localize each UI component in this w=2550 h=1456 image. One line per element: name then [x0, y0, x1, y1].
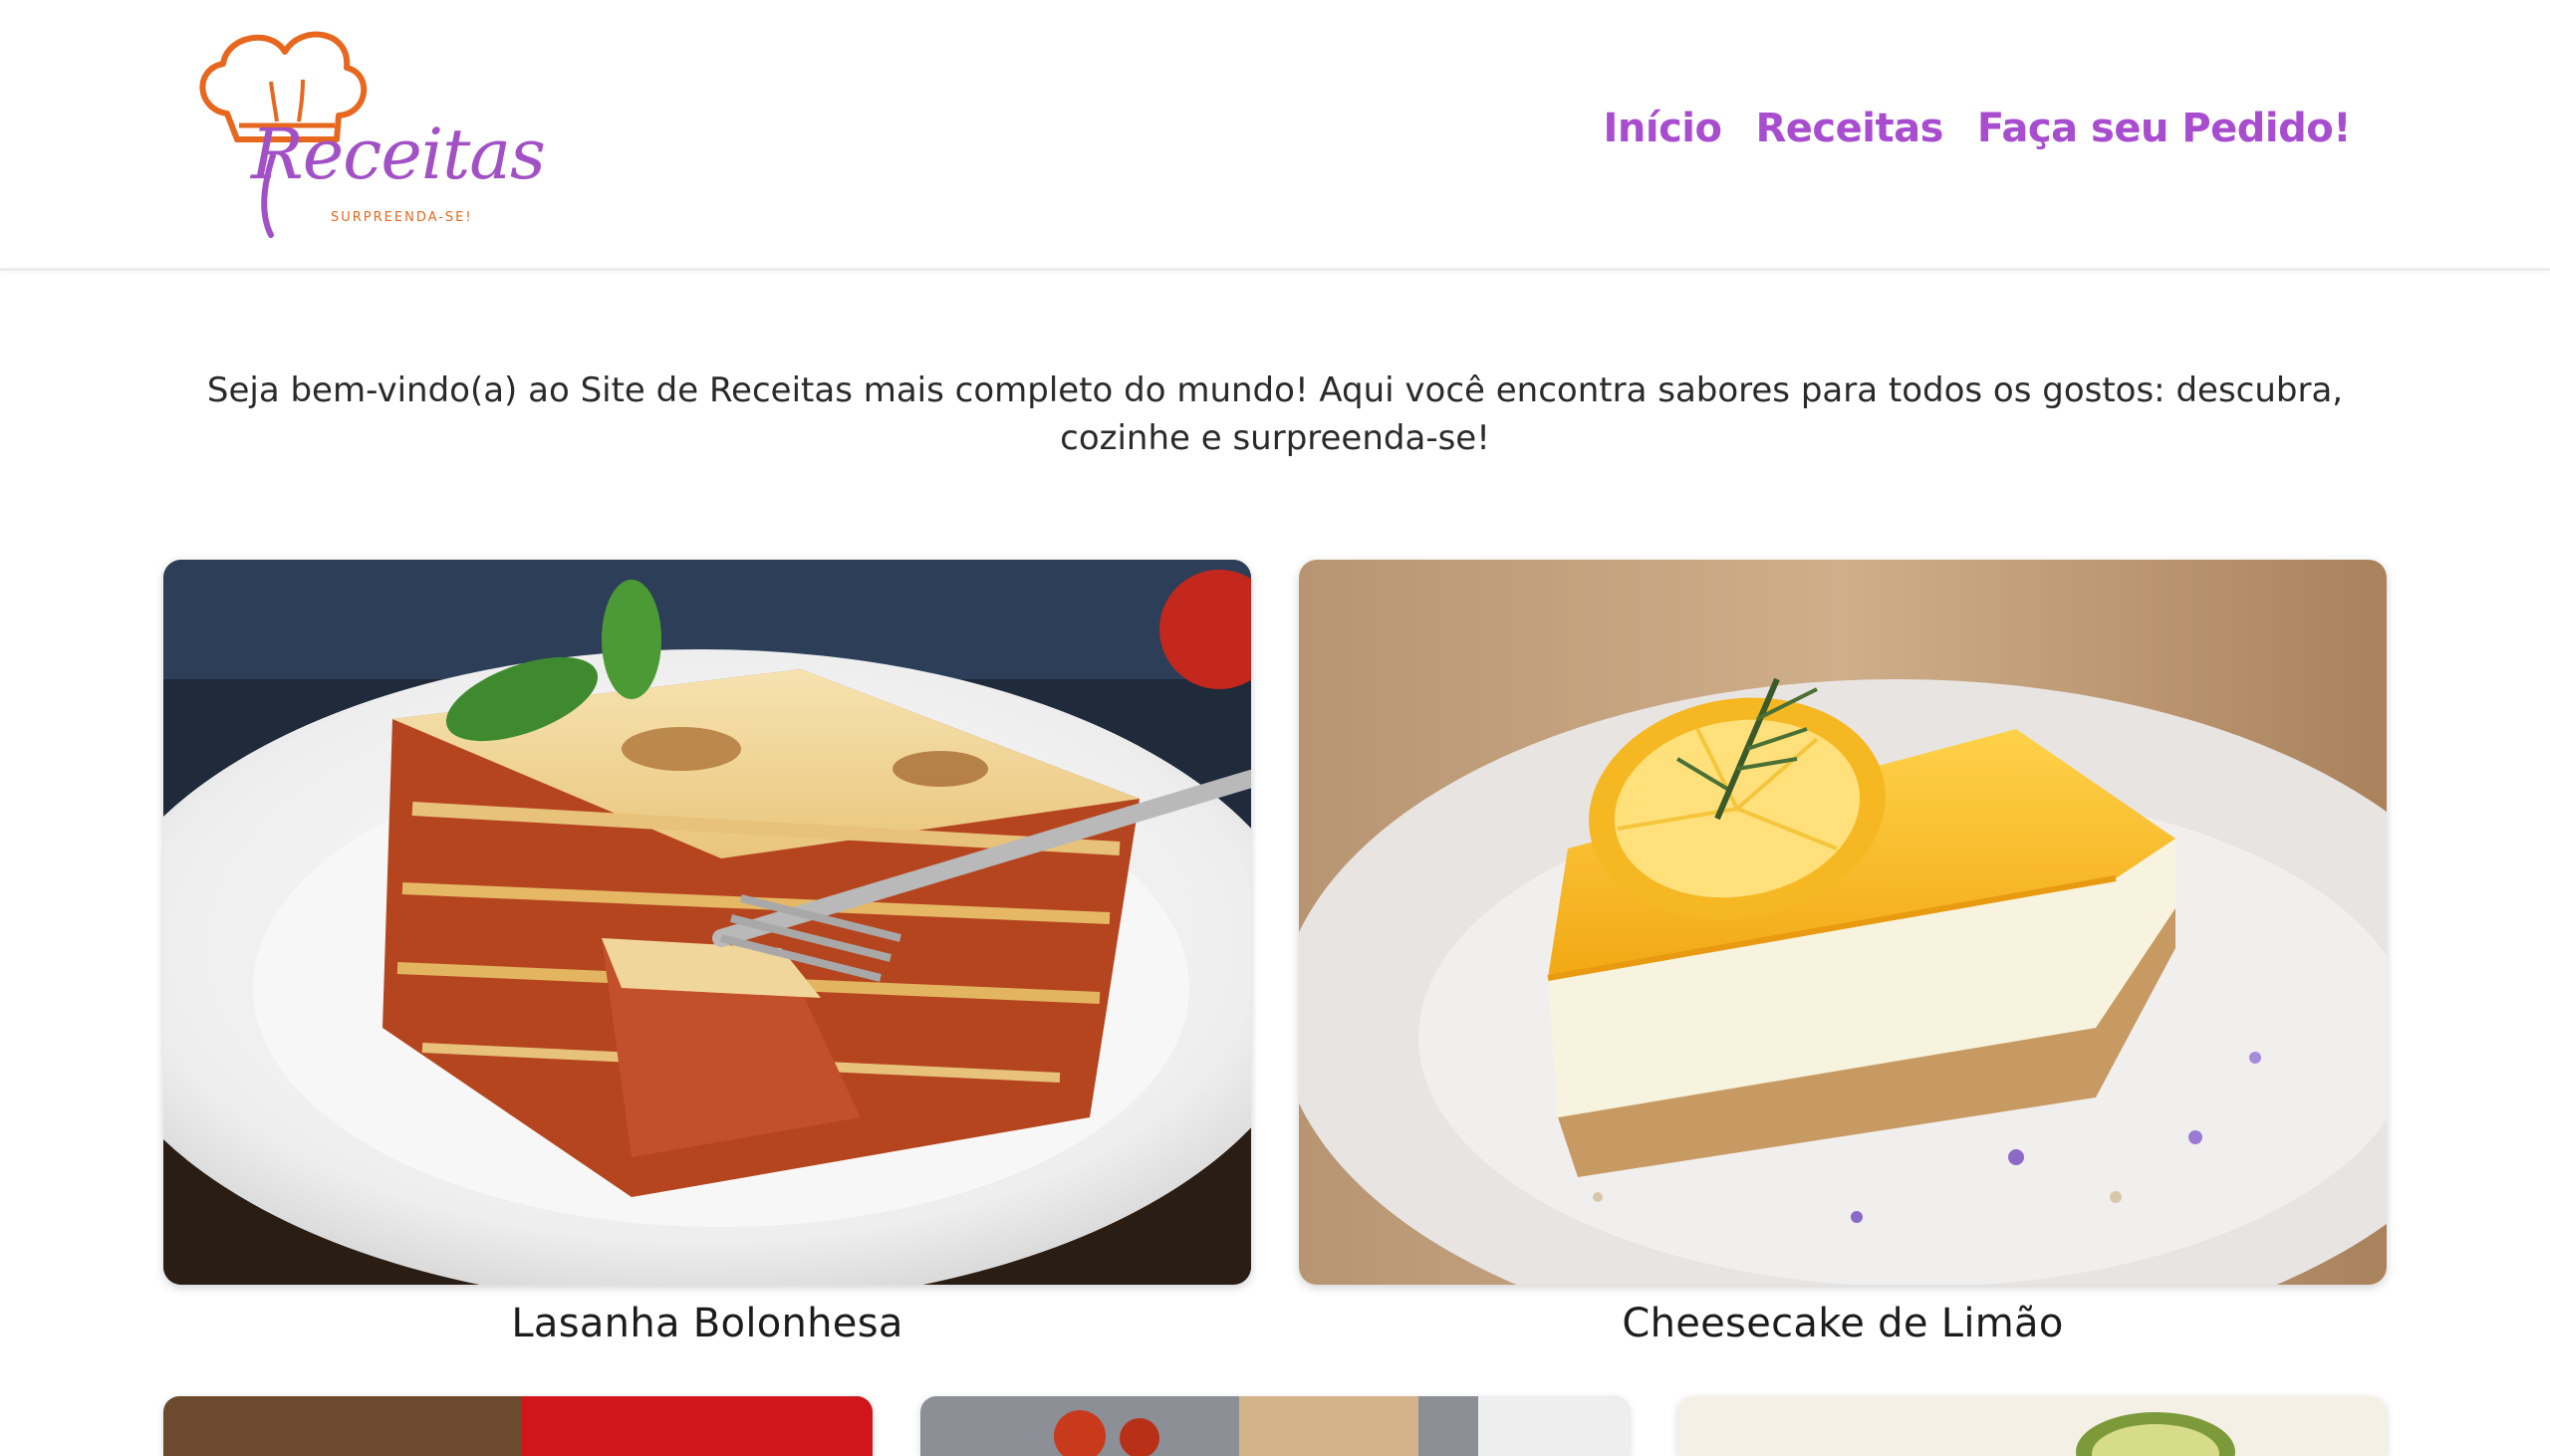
- lasagna-photo[interactable]: [163, 560, 1251, 1285]
- recipe-photo-red[interactable]: [163, 1396, 873, 1456]
- logo-tagline: SURPREENDA-SE!: [331, 210, 473, 225]
- recipe-photo-avocado[interactable]: [1677, 1396, 2387, 1456]
- recipe-title[interactable]: Cheesecake de Limão: [1299, 1301, 2387, 1346]
- site-header: Receitas SURPREENDA-SE! Início Receitas …: [0, 0, 2550, 271]
- recipe-photo-tomatoes[interactable]: [920, 1396, 1630, 1456]
- recipe-title[interactable]: Lasanha Bolonhesa: [163, 1301, 1251, 1346]
- nav-faca-seu-pedido[interactable]: Faça seu Pedido!: [1977, 106, 2352, 151]
- intro-text: Seja bem-vindo(a) ao Site de Receitas ma…: [206, 370, 2344, 458]
- nav-inicio[interactable]: Início: [1604, 106, 1722, 151]
- recipe-card-lasanha[interactable]: Lasanha Bolonhesa: [163, 560, 1251, 1346]
- main-nav: Início Receitas Faça seu Pedido!: [1604, 106, 2352, 151]
- recipe-card-cheesecake[interactable]: Cheesecake de Limão: [1299, 560, 2387, 1346]
- site-logo[interactable]: Receitas SURPREENDA-SE!: [189, 22, 546, 251]
- logo-wordmark: Receitas: [251, 114, 546, 195]
- nav-receitas[interactable]: Receitas: [1756, 106, 1944, 151]
- lemon-cheesecake-photo[interactable]: [1299, 560, 2387, 1285]
